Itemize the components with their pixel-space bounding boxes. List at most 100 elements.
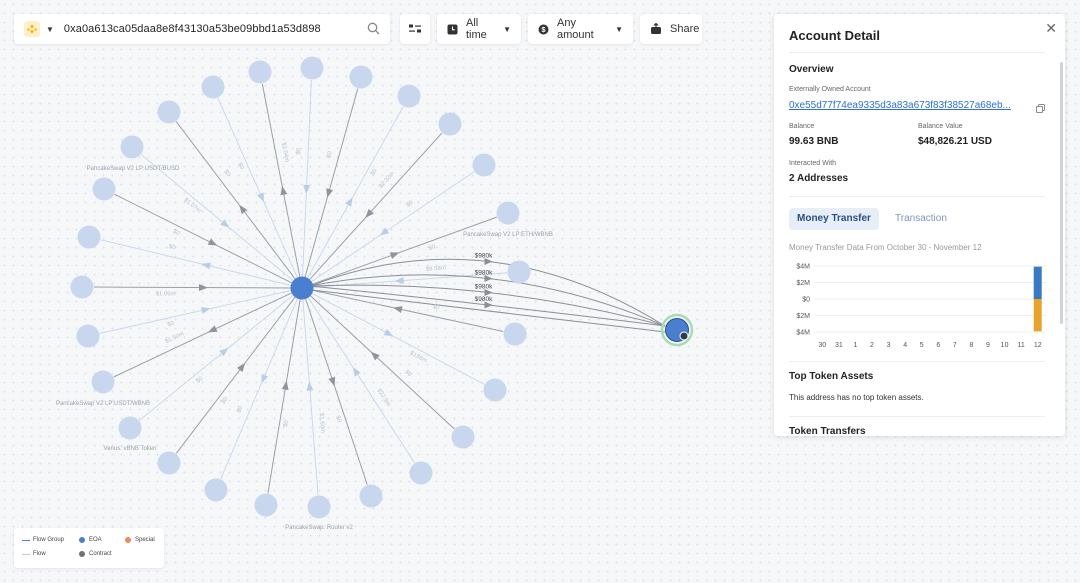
contract-node[interactable]: [503, 322, 527, 346]
flow-arrow-icon: [392, 306, 403, 313]
flow-edge-label: $0: [334, 415, 342, 424]
flow-edge[interactable]: [311, 216, 497, 286]
flow-edge-label: $0: [296, 147, 302, 155]
contract-node[interactable]: [507, 260, 531, 284]
balance-value: 99.63 BNB: [789, 136, 839, 147]
flow-edge[interactable]: [100, 239, 293, 287]
address-search-box[interactable]: ▼ 0xa0a613ca05daa8e8f43130a53be09bbd1a53…: [14, 14, 390, 44]
flow-arrow-icon: [207, 238, 218, 246]
time-filter-dropdown[interactable]: All time ▼: [437, 14, 521, 44]
flow-edge[interactable]: [93, 286, 293, 289]
overview-heading: Overview: [789, 64, 834, 75]
contract-node[interactable]: [157, 100, 181, 124]
flow-edge[interactable]: [302, 79, 312, 279]
flow-arrow-icon: [280, 185, 288, 196]
flow-edge[interactable]: [306, 106, 404, 280]
account-address-link[interactable]: 0xe55d77f74ea9335d3a83a673f83f38527a68eb…: [789, 100, 1029, 111]
tab-transaction[interactable]: Transaction: [895, 208, 947, 230]
flow-edge[interactable]: [175, 121, 297, 281]
flow-edge[interactable]: [139, 293, 295, 421]
close-icon[interactable]: ✕: [1045, 20, 1057, 37]
contract-node[interactable]: [397, 84, 421, 108]
flow-edge[interactable]: [304, 88, 359, 279]
contract-node[interactable]: [483, 378, 507, 402]
share-icon: [650, 23, 662, 35]
balance-value-usd: $48,826.21 USD: [918, 136, 992, 147]
flow-edge-label: $1.07m: [183, 197, 202, 214]
tab-money-transfer[interactable]: Money Transfer: [789, 208, 879, 230]
contract-node[interactable]: [157, 451, 181, 475]
flow-edge-label: $0: [428, 244, 437, 252]
contract-node[interactable]: [359, 484, 383, 508]
contract-node[interactable]: [349, 65, 373, 89]
contract-node[interactable]: [438, 112, 462, 136]
x-tick-label: 4: [903, 342, 907, 349]
search-address-value[interactable]: 0xa0a613ca05daa8e8f43130a53be09bbd1a53d8…: [64, 23, 321, 35]
contract-node[interactable]: [254, 493, 278, 517]
flow-edge[interactable]: [310, 292, 485, 385]
y-tick-label: $0: [802, 297, 810, 304]
flow-arrow-icon: [281, 380, 289, 391]
contract-node[interactable]: [120, 135, 144, 159]
share-button[interactable]: Share: [640, 14, 702, 44]
flow-edge-label: $22.9m: [375, 388, 391, 408]
y-tick-label: $4M: [796, 330, 810, 337]
contract-node[interactable]: [300, 56, 324, 80]
flow-arrow-icon: [379, 227, 390, 236]
divider: [789, 52, 1045, 53]
legend-flow: Flow: [22, 551, 46, 557]
contract-node[interactable]: [451, 425, 475, 449]
flow-edge-label: $0: [370, 167, 379, 176]
contract-node[interactable]: [472, 153, 496, 177]
copy-icon[interactable]: [1036, 100, 1045, 118]
flow-edge[interactable]: [99, 289, 293, 334]
contract-node[interactable]: [91, 370, 115, 394]
x-tick-label: 9: [986, 342, 990, 349]
contract-node[interactable]: [118, 416, 142, 440]
flow-edge[interactable]: [302, 297, 319, 496]
x-tick-label: 30: [818, 342, 826, 349]
balance-value-label: Balance Value: [918, 123, 963, 130]
legend-contract-label: Contract: [89, 551, 112, 557]
chart-bar[interactable]: [1033, 266, 1042, 299]
x-tick-label: 8: [969, 342, 973, 349]
contract-node[interactable]: [70, 275, 94, 299]
bnb-chain-icon[interactable]: [24, 21, 40, 37]
flow-edge[interactable]: [304, 297, 368, 485]
contract-node[interactable]: [92, 177, 116, 201]
x-tick-label: 12: [1034, 342, 1042, 349]
flow-arrow-icon: [220, 219, 230, 228]
chain-dropdown-icon[interactable]: ▼: [46, 25, 54, 34]
chevron-down-icon: ▼: [503, 24, 511, 34]
contract-node[interactable]: [248, 60, 272, 84]
x-tick-label: 5: [920, 342, 924, 349]
chart-bar[interactable]: [1033, 299, 1042, 332]
amount-filter-dropdown[interactable]: $ Any amount ▼: [528, 14, 633, 44]
flow-group-line-icon: [22, 539, 30, 541]
selected-eoa-node[interactable]: [290, 276, 314, 300]
graph-legend: Flow Group EOA Special Flow Contract: [14, 528, 164, 568]
x-tick-label: 31: [835, 342, 843, 349]
contract-node[interactable]: [204, 478, 228, 502]
node-label: PancakeSwap V2 LP:USDT/WBNB: [56, 401, 150, 407]
layout-button[interactable]: [400, 14, 430, 44]
contract-node[interactable]: [496, 201, 520, 225]
panel-scrollbar[interactable]: [1060, 62, 1063, 324]
contract-node[interactable]: [77, 225, 101, 249]
search-icon[interactable]: [367, 22, 380, 40]
flow-edge[interactable]: [308, 294, 455, 430]
contract-node[interactable]: [76, 324, 100, 348]
token-transfers-heading: Token Transfers: [789, 426, 866, 436]
flow-arrow-icon: [236, 362, 246, 373]
flow-edge-label: $0: [403, 369, 412, 378]
flow-edge[interactable]: [261, 83, 301, 279]
contract-node[interactable]: [307, 495, 331, 519]
divider: [789, 416, 1045, 417]
flow-edge[interactable]: [307, 296, 415, 464]
x-tick-label: 10: [1001, 342, 1009, 349]
flow-arrow-icon: [306, 381, 314, 391]
contract-node[interactable]: [201, 75, 225, 99]
flow-edge-label: $1.50m: [164, 331, 185, 345]
flow-arrow-icon: [239, 204, 248, 215]
contract-node[interactable]: [409, 461, 433, 485]
